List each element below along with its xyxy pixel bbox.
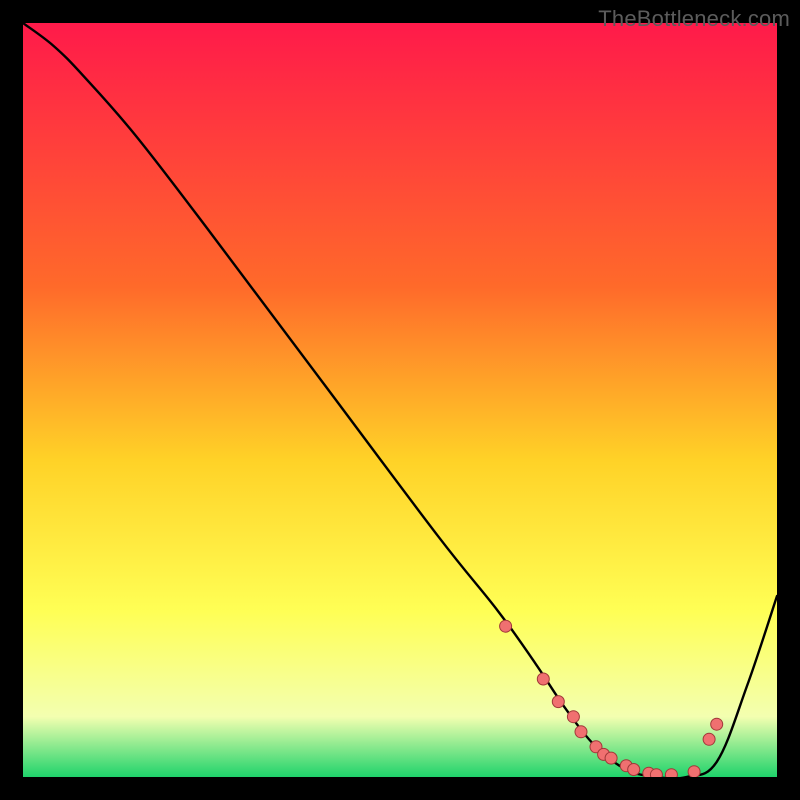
marker-dot [650, 769, 662, 777]
plot-area [23, 23, 777, 777]
marker-dot [552, 696, 564, 708]
marker-dot [605, 752, 617, 764]
marker-dot [688, 766, 700, 777]
marker-dot [537, 673, 549, 685]
app-frame: TheBottleneck.com [0, 0, 800, 800]
marker-dot [628, 764, 640, 776]
marker-dot [500, 620, 512, 632]
marker-dot [711, 718, 723, 730]
marker-dot [665, 769, 677, 777]
chart-svg [23, 23, 777, 777]
marker-dot [703, 733, 715, 745]
marker-dot [567, 711, 579, 723]
marker-dot [575, 726, 587, 738]
watermark-text: TheBottleneck.com [598, 6, 790, 32]
